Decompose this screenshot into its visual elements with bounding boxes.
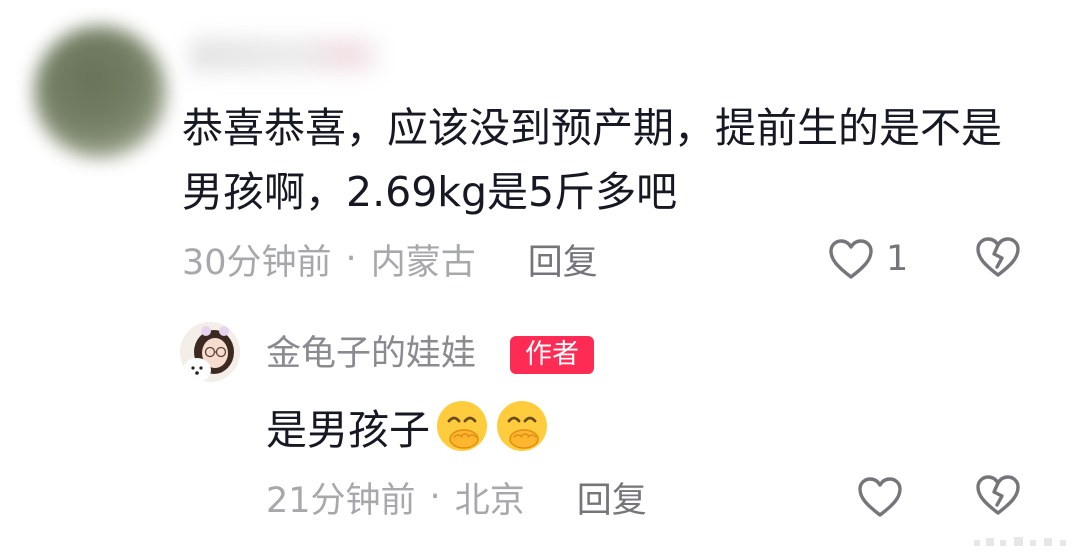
reply-text: 是男孩子 [266,406,430,454]
meta-separator: · [429,477,441,517]
author-avatar[interactable] [180,322,240,382]
comment-text: 恭喜恭喜，应该没到预产期，提前生的是不是男孩啊，2.69kg是5斤多吧 [182,104,1002,216]
commenter-name-blurred[interactable] [190,38,380,72]
heart-outline-icon [858,477,902,517]
hand-over-mouth-emoji [497,401,547,451]
meta-separator: · [345,239,357,279]
author-name[interactable]: 金龟子的娃娃 [266,330,476,378]
comment-time: 30分钟前 [182,242,332,283]
broken-heart-icon [976,475,1020,515]
broken-heart-icon [976,237,1020,277]
watermark-dots [974,537,1066,546]
reply-meta: 21分钟前 · 北京 回复 [266,472,647,522]
reply-location: 北京 [454,480,525,521]
author-badge: 作者 [510,336,594,374]
like-count: 1 [886,239,909,279]
dislike-button[interactable] [975,474,1021,520]
like-button[interactable] [857,474,903,520]
heart-outline-icon [829,239,873,279]
reply-text-row: 是男孩子 [266,398,550,454]
author-avatar-image [180,322,240,382]
reply-button[interactable]: 回复 [577,472,647,523]
hand-over-mouth-emoji [437,401,487,451]
like-button[interactable]: 1 [828,236,908,282]
commenter-avatar[interactable] [34,26,166,158]
reply-time: 21分钟前 [266,480,416,521]
comment-meta: 30分钟前 · 内蒙古 回复 [182,234,598,284]
dislike-button[interactable] [975,236,1021,282]
reply-button[interactable]: 回复 [528,234,598,285]
comment-location: 内蒙古 [370,242,476,283]
